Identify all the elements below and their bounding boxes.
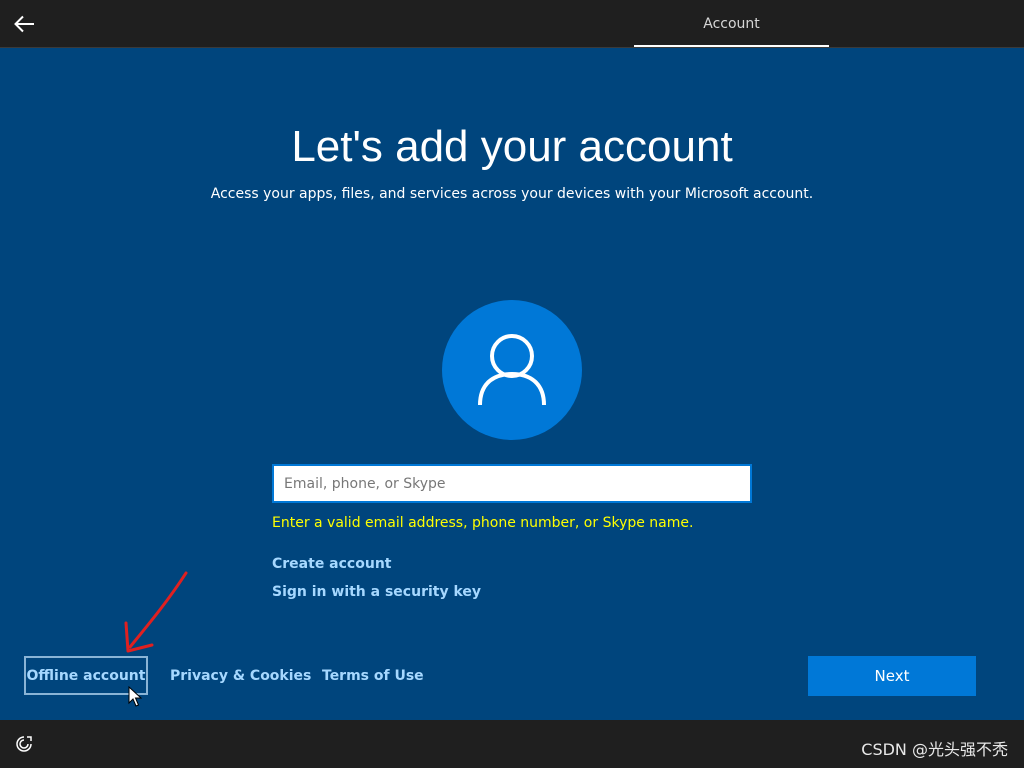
avatar [442, 300, 582, 440]
next-button[interactable]: Next [808, 656, 976, 696]
back-arrow-icon [14, 15, 34, 33]
ease-of-access-icon [16, 736, 32, 752]
create-account-link[interactable]: Create account [272, 556, 391, 572]
security-key-link[interactable]: Sign in with a security key [272, 584, 481, 600]
page-subtitle: Access your apps, files, and services ac… [210, 186, 814, 202]
ease-of-access-button[interactable] [12, 732, 36, 756]
back-button[interactable] [8, 8, 40, 40]
red-arrow-icon [124, 571, 188, 653]
bottom-bar: CSDN @光头强不秃 [0, 720, 1024, 768]
terms-of-use-link[interactable]: Terms of Use [322, 668, 424, 684]
email-input[interactable] [272, 464, 752, 503]
top-bar: Account [0, 0, 1024, 48]
tab-account-underline [634, 45, 829, 47]
user-icon [478, 334, 546, 406]
email-error-message: Enter a valid email address, phone numbe… [272, 515, 694, 531]
watermark: CSDN @光头强不秃 [861, 740, 1008, 759]
privacy-cookies-link[interactable]: Privacy & Cookies [170, 668, 311, 684]
tab-account[interactable]: Account [634, 0, 829, 48]
page-title: Let's add your account [291, 122, 733, 171]
offline-account-button[interactable]: Offline account [24, 656, 148, 695]
